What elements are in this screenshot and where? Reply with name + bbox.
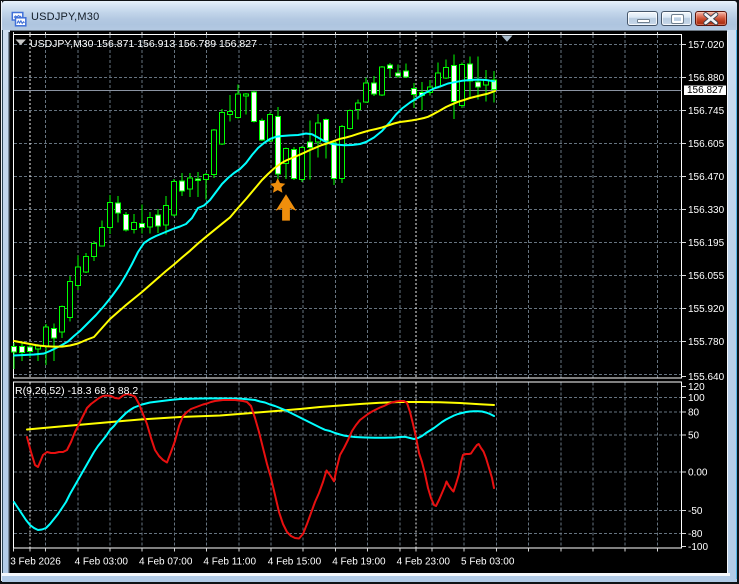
svg-text:156.330: 156.330 (688, 205, 725, 216)
svg-text:5 Feb 03:00: 5 Feb 03:00 (461, 557, 515, 568)
svg-text:156.055: 156.055 (688, 271, 725, 282)
svg-text:4 Feb 11:00: 4 Feb 11:00 (203, 557, 256, 568)
svg-text:100: 100 (688, 393, 705, 404)
svg-text:156.195: 156.195 (688, 238, 725, 249)
svg-text:156.745: 156.745 (688, 106, 725, 117)
svg-text:-100: -100 (688, 542, 708, 553)
svg-text:4 Feb 15:00: 4 Feb 15:00 (268, 557, 322, 568)
svg-text:4 Feb 07:00: 4 Feb 07:00 (139, 557, 193, 568)
svg-text:4 Feb 03:00: 4 Feb 03:00 (75, 557, 129, 568)
svg-text:156.470: 156.470 (688, 172, 725, 183)
svg-text:USDJPY,M30 156.871 156.913 156: USDJPY,M30 156.871 156.913 156.789 156.8… (30, 38, 257, 50)
svg-text:120: 120 (688, 382, 705, 393)
svg-text:50: 50 (688, 431, 700, 442)
svg-text:80: 80 (688, 408, 700, 419)
svg-text:4 Feb 19:00: 4 Feb 19:00 (332, 557, 386, 568)
svg-text:156.880: 156.880 (688, 73, 725, 84)
svg-text:-80: -80 (688, 529, 703, 540)
svg-text:156.827: 156.827 (687, 85, 724, 96)
svg-text:155.920: 155.920 (688, 304, 725, 315)
svg-text:155.780: 155.780 (688, 337, 725, 348)
svg-text:4 Feb 23:00: 4 Feb 23:00 (397, 557, 451, 568)
svg-text:-50: -50 (688, 506, 703, 517)
svg-text:0.00: 0.00 (688, 468, 708, 479)
svg-text:157.020: 157.020 (688, 40, 725, 51)
svg-text:156.605: 156.605 (688, 139, 725, 150)
svg-text:R(9,26,52) -18.3 68.3 88.2: R(9,26,52) -18.3 68.3 88.2 (15, 385, 138, 397)
svg-text:3 Feb 2026: 3 Feb 2026 (10, 557, 61, 568)
